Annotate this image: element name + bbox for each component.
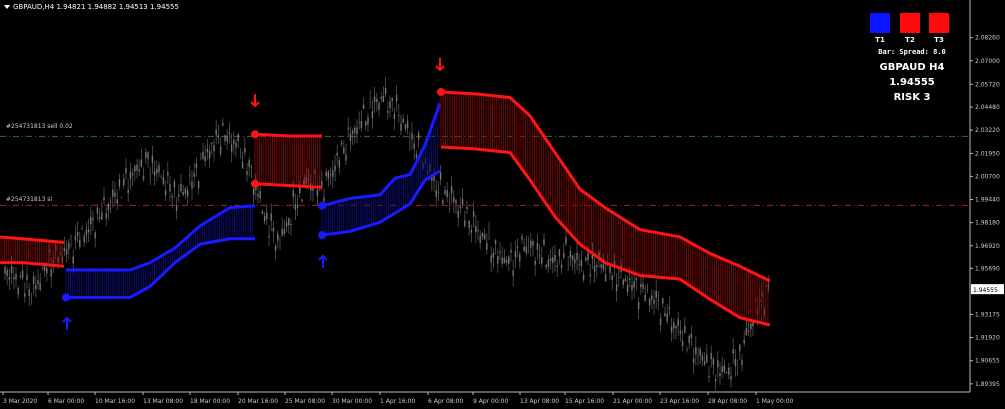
y-tick-label: 1.98180: [975, 220, 1000, 227]
buy-arrow-icon: [318, 254, 328, 268]
y-tick-label: 2.01950: [975, 150, 1000, 157]
y-tick-label: 2.08260: [975, 35, 1000, 42]
y-tick-label: 1.93175: [975, 311, 1000, 318]
chart-window[interactable]: 2.08260 2.07000 2.05720 2.04480 2.03220 2.019…: [0, 0, 1005, 409]
x-tick-label: 18 Mar 00:00: [190, 398, 230, 405]
t2-label: T2: [905, 36, 915, 44]
sell-band-1-lower-line: [0, 261, 65, 268]
x-tick-label: 21 Apr 00:00: [613, 398, 652, 405]
t3-label: T3: [934, 36, 944, 44]
x-tick-label: 10 Mar 16:00: [95, 398, 135, 405]
chart-title: GBPAUD,H4 1.94821 1.94882 1.94513 1.9455…: [4, 3, 179, 11]
signal-dot: [251, 130, 259, 139]
y-tick-label: 1.95690: [975, 265, 1000, 272]
order-line-label-sell: #254731813 sell 0.02: [6, 123, 73, 130]
x-tick-label: 30 Mar 00:00: [332, 398, 372, 405]
y-tick-label: 1.90655: [975, 358, 1000, 365]
y-tick-label: 1.89395: [975, 381, 1000, 388]
buy-band-1-lower-line: [66, 237, 255, 299]
x-tick-label: 3 Mar 2020: [3, 398, 37, 405]
x-tick-label: 25 Mar 08:00: [285, 398, 325, 405]
x-tick-label: 1 Apr 16:00: [380, 398, 415, 405]
signal-dot: [318, 231, 326, 240]
x-tick-label: 6 Mar 00:00: [48, 398, 84, 405]
x-tick-label: 13 Mar 08:00: [143, 398, 183, 405]
risk-text: RISK 3: [893, 92, 931, 103]
chevron-down-icon[interactable]: [4, 5, 10, 9]
y-tick-label: 2.00700: [975, 173, 1000, 180]
buy-band-2-upper-line: [321, 102, 442, 208]
sell-arrow-icon: [435, 58, 445, 72]
t2-box: [900, 13, 920, 33]
y-tick-label: 1.99440: [975, 197, 1000, 204]
x-tick-label: 1 May 00:00: [756, 398, 794, 405]
x-tick-label: 9 Apr 00:00: [473, 398, 508, 405]
symbol-text: GBPAUD H4: [879, 62, 945, 73]
y-tick-label: 2.05720: [975, 81, 1000, 88]
t1-box: [870, 13, 890, 33]
sell-band-2-upper-line: [254, 132, 322, 138]
y-tick-label: 2.07000: [975, 58, 1000, 65]
order-line-label-sl: #254731813 sl: [6, 196, 53, 203]
price-text: 1.94555: [889, 77, 935, 88]
sell-band-2-lower-line: [254, 182, 323, 189]
signal-dot: [318, 201, 326, 210]
price-chart[interactable]: 2.08260 2.07000 2.05720 2.04480 2.03220 2.019…: [0, 0, 1005, 409]
x-tick-label: 15 Apr 16:00: [565, 398, 604, 405]
buy-arrow-icon: [62, 316, 72, 330]
x-tick-label: 23 Apr 16:00: [660, 398, 699, 405]
signal-dot: [251, 179, 259, 188]
sell-arrow-icon: [250, 94, 260, 108]
y-tick-label: 1.91920: [975, 335, 1000, 342]
y-tick-label: 2.04480: [975, 104, 1000, 111]
x-tick-label: 13 Apr 08:00: [520, 398, 559, 405]
chart-title-text: GBPAUD,H4 1.94821 1.94882 1.94513 1.9455…: [13, 3, 179, 11]
signal-dot: [62, 293, 70, 302]
sell-band-1-upper-line: [0, 235, 65, 244]
y-tick-label: 1.96920: [975, 243, 1000, 250]
signal-dot: [437, 87, 445, 96]
t3-box: [929, 13, 949, 33]
current-price-label: 1.94555: [973, 287, 998, 294]
y-tick-label: 2.03220: [975, 127, 1000, 134]
x-tick-label: 28 Apr 08:00: [708, 398, 747, 405]
x-tick-label: 20 Mar 16:00: [238, 398, 278, 405]
buy-band-1-upper-line: [66, 204, 256, 272]
t1-label: T1: [875, 36, 885, 44]
bar-spread-text: Bar: Spread: 8.0: [878, 48, 946, 56]
x-tick-label: 6 Apr 08:00: [428, 398, 463, 405]
